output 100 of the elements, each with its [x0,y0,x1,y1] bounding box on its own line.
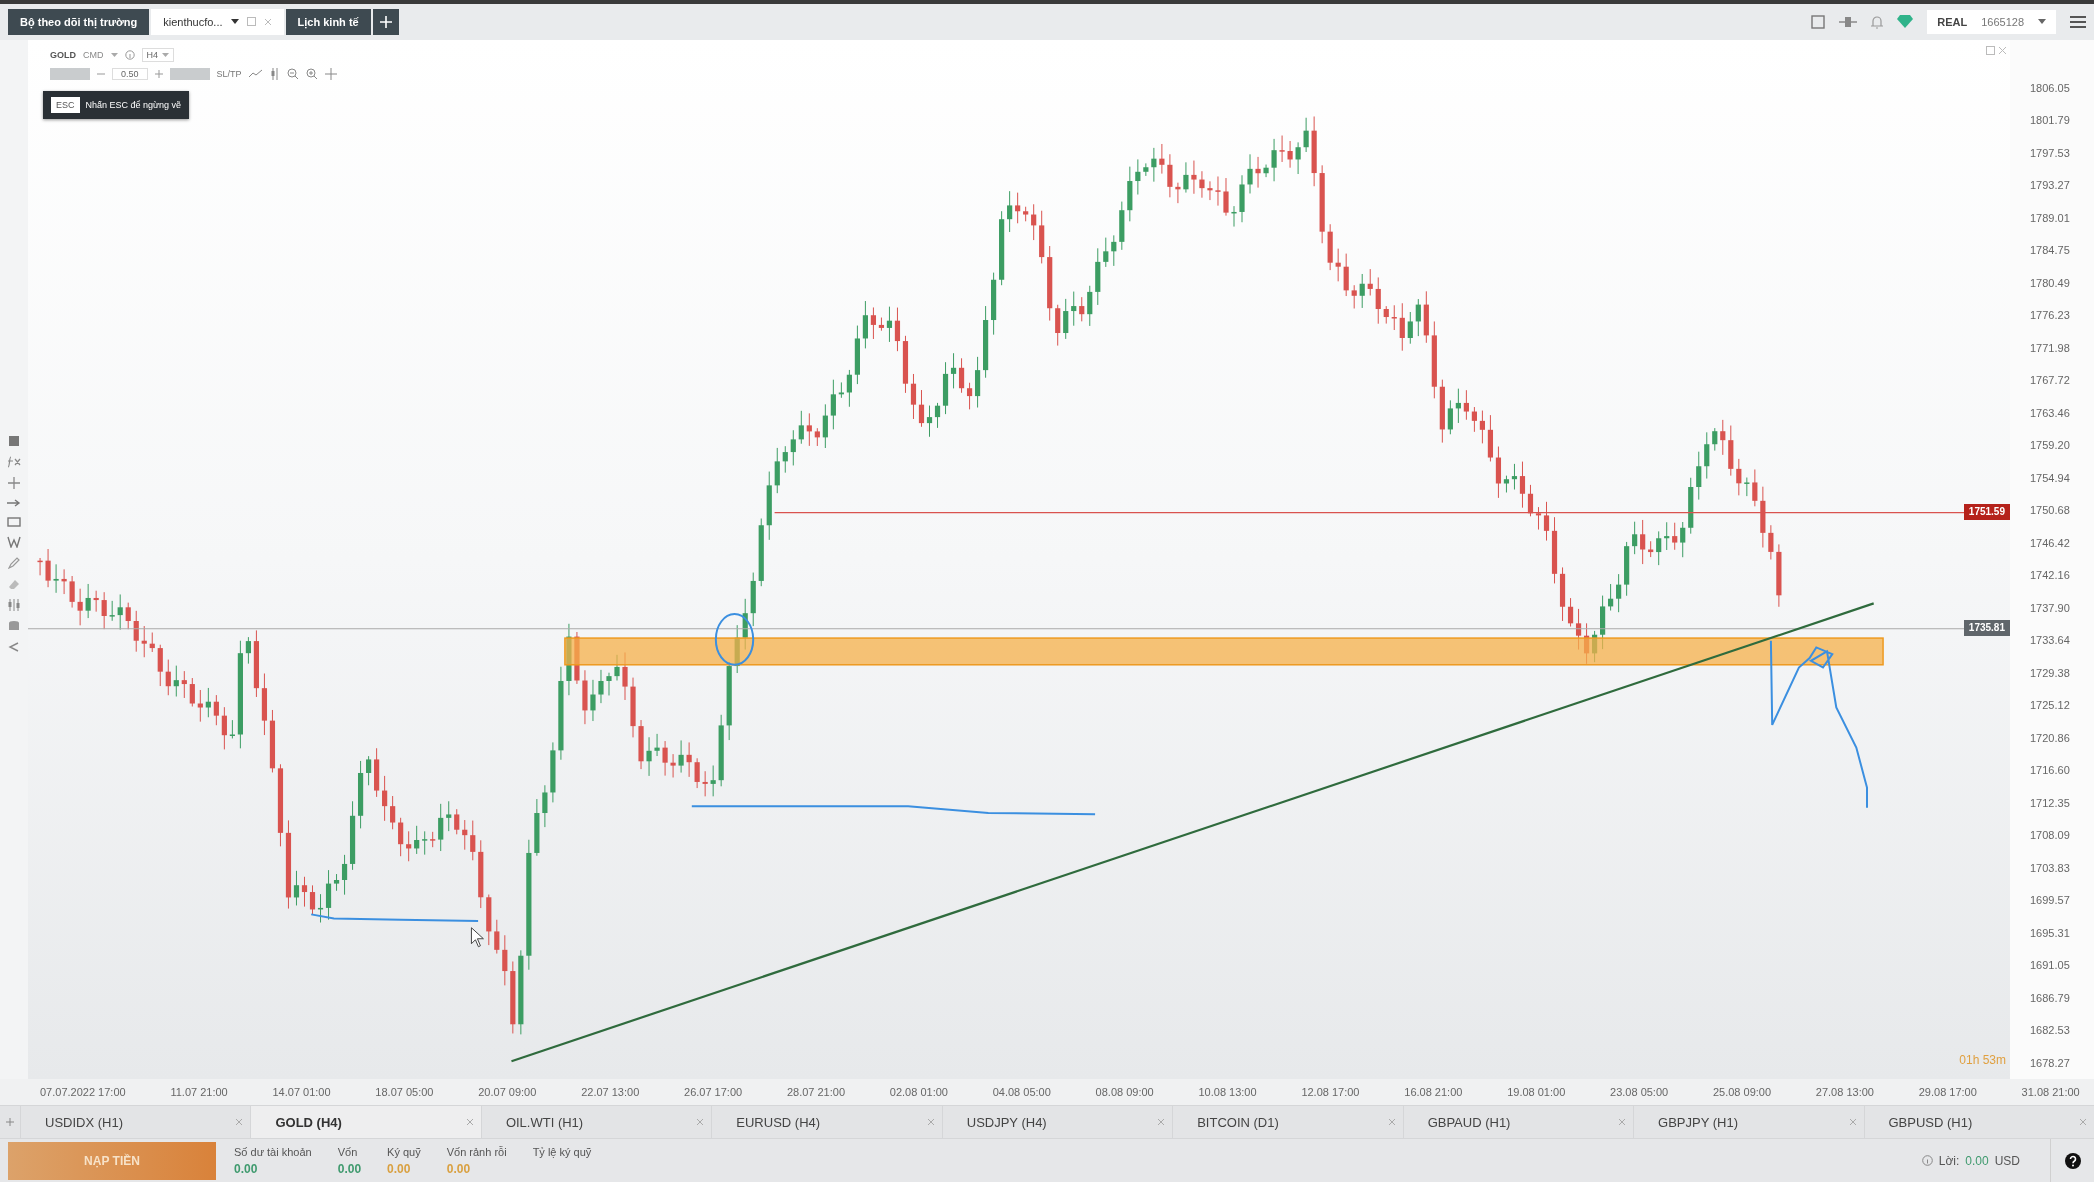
price-label: 1708.09 [2029,828,2071,844]
symbol-tab[interactable]: GBPUSD (H1) [1863,1106,2094,1138]
price-label: 1767.72 [2029,373,2071,389]
zoom-in-icon[interactable] [305,67,318,80]
symbol-tab[interactable]: GOLD (H4) [250,1106,481,1138]
timeframe-dropdown[interactable]: H4 [141,47,174,62]
price-label: 1801.79 [2029,113,2071,129]
symbol-tab[interactable]: USDJPY (H4) [941,1106,1173,1138]
zoom-out-icon[interactable] [286,67,299,80]
price-label: 1682.53 [2029,1023,2071,1039]
line-chart-icon[interactable] [248,68,263,79]
time-label: 08.08 09:00 [1095,1086,1154,1099]
square-icon[interactable] [8,434,20,447]
symbol-label: GOLD [50,49,76,60]
price-label: 1699.57 [2029,893,2071,909]
volume-field[interactable]: 0.50 [112,67,148,80]
hand-drawn-line[interactable] [310,913,480,922]
time-label: 23.08 05:00 [1610,1086,1669,1099]
price-label: 1695.31 [2029,925,2071,941]
account-selector[interactable]: REAL 1665128 [1927,9,2056,34]
close-icon[interactable] [1999,46,2006,54]
price-label: 1759.20 [2029,438,2071,454]
add-tab-button[interactable] [372,8,399,35]
support-zone[interactable] [564,637,1884,666]
time-label: 16.08 21:00 [1404,1086,1463,1099]
diamond-icon[interactable] [1897,15,1914,29]
arrow-icon[interactable] [7,497,21,508]
price-label: 1806.05 [2029,80,2071,96]
time-label: 28.07 21:00 [786,1086,846,1099]
eraser-icon[interactable] [8,577,20,590]
price-label: 1691.05 [2029,958,2071,974]
symbol-tab[interactable]: GBPAUD (H1) [1402,1106,1634,1138]
help-icon [2064,1152,2081,1169]
buy-price-field[interactable] [169,67,210,80]
price-label: 1686.79 [2029,990,2071,1006]
trend-line[interactable] [511,602,1875,1063]
candles-icon[interactable] [269,67,280,80]
price-label: 1750.68 [2029,503,2071,519]
network-icon[interactable] [1839,14,1858,29]
share-icon[interactable] [8,640,20,653]
candle-countdown: 01h 53m [1959,1053,2006,1068]
bell-icon[interactable] [1871,14,1884,29]
crosshair-icon[interactable] [324,67,337,80]
crosshair-icon[interactable] [8,476,20,489]
time-label: 02.08 01:00 [889,1086,948,1099]
pencil-icon[interactable] [8,556,20,569]
top-tab[interactable]: Lịch kinh tế [285,8,371,35]
close-icon[interactable] [2079,1119,2086,1126]
pattern-icon[interactable] [7,535,21,548]
close-icon[interactable] [1849,1119,1856,1126]
plus-icon[interactable] [154,69,163,78]
close-icon[interactable] [1619,1119,1626,1126]
symbol-tab[interactable]: BITCOIN (D1) [1172,1106,1403,1138]
info-icon[interactable] [1921,1155,1933,1166]
database-icon[interactable] [8,619,20,632]
close-icon[interactable] [697,1119,704,1126]
time-label: 14.07 01:00 [272,1086,331,1099]
rectangle-icon[interactable] [7,516,21,527]
market-label: CMD [83,49,104,60]
close-icon[interactable] [236,1119,243,1126]
account-field-label: Vốn [337,1145,359,1158]
hand-drawn-circle[interactable] [714,612,755,666]
fullscreen-icon[interactable] [1811,14,1826,29]
time-label: 19.08 01:00 [1507,1086,1566,1099]
caret-icon[interactable] [110,52,118,57]
price-label: 1733.64 [2029,633,2071,649]
info-icon[interactable] [124,49,135,60]
profit-label: Lời: [1938,1153,1960,1168]
price-label: 1754.94 [2029,470,2071,486]
price-label: 1780.49 [2029,275,2071,291]
function-icon[interactable] [7,455,21,468]
time-label: 31.08 21:00 [2021,1086,2080,1099]
account-field-label: Số dư tài khoản [234,1145,312,1158]
close-icon[interactable] [466,1119,473,1126]
account-field-value: 0.00 [446,1161,472,1176]
time-label: 26.07 17:00 [684,1086,743,1099]
price-label: 1742.16 [2029,568,2071,584]
cursor-icon [470,927,484,948]
top-tab[interactable]: kienthucfo... [151,8,284,35]
time-label: 07.07.2022 17:00 [40,1086,126,1099]
sl-tp-button[interactable]: SL/TP [216,68,242,79]
menu-icon[interactable] [2070,15,2086,28]
profit-value: 0.00 [1965,1153,1989,1168]
candles-icon[interactable] [7,598,21,611]
sell-price-field[interactable] [50,67,90,80]
close-icon[interactable] [1388,1119,1395,1126]
caret-icon [230,18,239,25]
price-label: 1737.90 [2029,600,2071,616]
close-icon[interactable] [1158,1119,1165,1126]
close-icon[interactable] [927,1119,934,1126]
top-tab[interactable]: Bộ theo dõi thị trường [8,8,150,35]
price-label: 1678.27 [2029,1055,2071,1071]
price-label: 1789.01 [2029,210,2071,226]
symbol-tab[interactable]: GBPJPY (H1) [1633,1106,1864,1138]
window-icon [246,17,256,27]
price-label: 1703.83 [2029,860,2071,876]
key-badge: ESC [51,96,80,113]
symbol-tab[interactable]: OIL.WTI (H1) [480,1106,712,1138]
symbol-tab[interactable]: EURUSD (H4) [711,1106,942,1138]
hand-drawn-line[interactable] [690,805,1097,816]
